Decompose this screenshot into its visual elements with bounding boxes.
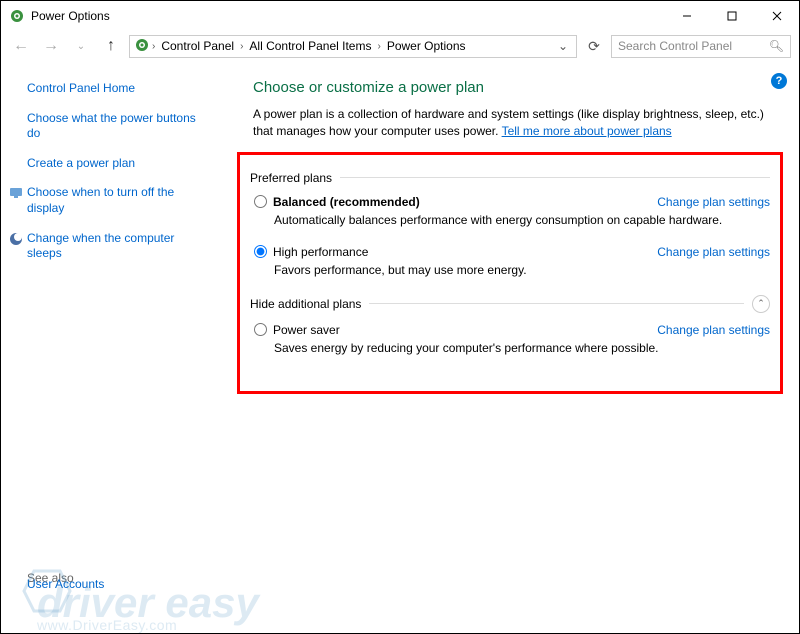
- sidebar-link[interactable]: Create a power plan: [27, 156, 205, 172]
- maximize-button[interactable]: [709, 1, 754, 31]
- recent-dropdown[interactable]: ⌄: [69, 34, 93, 58]
- nav-toolbar: ← → ⌄ ↑ › Control Panel › All Control Pa…: [1, 31, 799, 61]
- refresh-button[interactable]: ⟳: [583, 35, 605, 57]
- breadcrumb-item[interactable]: Control Panel: [157, 39, 238, 53]
- power-options-icon: [134, 37, 150, 56]
- help-icon[interactable]: ?: [771, 73, 787, 89]
- plan-description: Saves energy by reducing your computer's…: [274, 341, 770, 355]
- plan-name[interactable]: High performance: [273, 245, 368, 259]
- intro-text: A power plan is a collection of hardware…: [253, 106, 783, 140]
- plan-balanced: Balanced (recommended) Change plan setti…: [250, 195, 770, 227]
- up-button[interactable]: ↑: [99, 34, 123, 58]
- power-options-icon: [9, 8, 25, 24]
- forward-button[interactable]: →: [39, 34, 63, 58]
- breadcrumb-item[interactable]: All Control Panel Items: [245, 39, 375, 53]
- change-plan-settings-link[interactable]: Change plan settings: [657, 323, 770, 337]
- search-input[interactable]: Search Control Panel 🔍︎: [611, 35, 791, 58]
- control-panel-home-link[interactable]: Control Panel Home: [27, 81, 205, 97]
- main-content: ? Choose or customize a power plan A pow…: [217, 61, 799, 633]
- plan-power-saver: Power saver Change plan settings Saves e…: [250, 323, 770, 355]
- sidebar-link[interactable]: Choose when to turn off the display: [27, 185, 205, 216]
- preferred-plans-group: Preferred plans: [250, 171, 770, 185]
- breadcrumb-dropdown[interactable]: ⌄: [554, 39, 572, 53]
- page-heading: Choose or customize a power plan: [253, 79, 783, 96]
- search-placeholder: Search Control Panel: [618, 39, 732, 53]
- breadcrumb[interactable]: › Control Panel › All Control Panel Item…: [129, 35, 577, 58]
- additional-plans-group: Hide additional plans ⌃: [250, 295, 770, 313]
- sidebar: Control Panel Home Choose what the power…: [1, 61, 217, 633]
- breadcrumb-item[interactable]: Power Options: [383, 39, 470, 53]
- plan-radio-balanced[interactable]: [254, 195, 267, 208]
- search-icon: 🔍︎: [769, 39, 784, 53]
- window-title: Power Options: [31, 9, 110, 23]
- sleep-icon: [9, 232, 23, 246]
- display-icon: [9, 186, 23, 200]
- chevron-right-icon: ›: [377, 41, 380, 52]
- plan-high-performance: High performance Change plan settings Fa…: [250, 245, 770, 277]
- chevron-right-icon: ›: [152, 41, 155, 52]
- learn-more-link[interactable]: Tell me more about power plans: [502, 124, 672, 138]
- highlighted-area: Preferred plans Balanced (recommended) C…: [237, 152, 783, 394]
- plan-description: Automatically balances performance with …: [274, 213, 770, 227]
- titlebar: Power Options: [1, 1, 799, 31]
- collapse-icon[interactable]: ⌃: [752, 295, 770, 313]
- chevron-right-icon: ›: [240, 41, 243, 52]
- plan-name[interactable]: Power saver: [273, 323, 340, 337]
- plan-radio-power-saver[interactable]: [254, 323, 267, 336]
- change-plan-settings-link[interactable]: Change plan settings: [657, 245, 770, 259]
- sidebar-link[interactable]: Choose what the power buttons do: [27, 111, 205, 142]
- close-button[interactable]: [754, 1, 799, 31]
- see-also-link[interactable]: User Accounts: [27, 577, 104, 593]
- change-plan-settings-link[interactable]: Change plan settings: [657, 195, 770, 209]
- plan-radio-high-performance[interactable]: [254, 245, 267, 258]
- plan-description: Favors performance, but may use more ene…: [274, 263, 770, 277]
- minimize-button[interactable]: [664, 1, 709, 31]
- sidebar-link[interactable]: Change when the computer sleeps: [27, 231, 205, 262]
- plan-name[interactable]: Balanced (recommended): [273, 195, 420, 209]
- back-button[interactable]: ←: [9, 34, 33, 58]
